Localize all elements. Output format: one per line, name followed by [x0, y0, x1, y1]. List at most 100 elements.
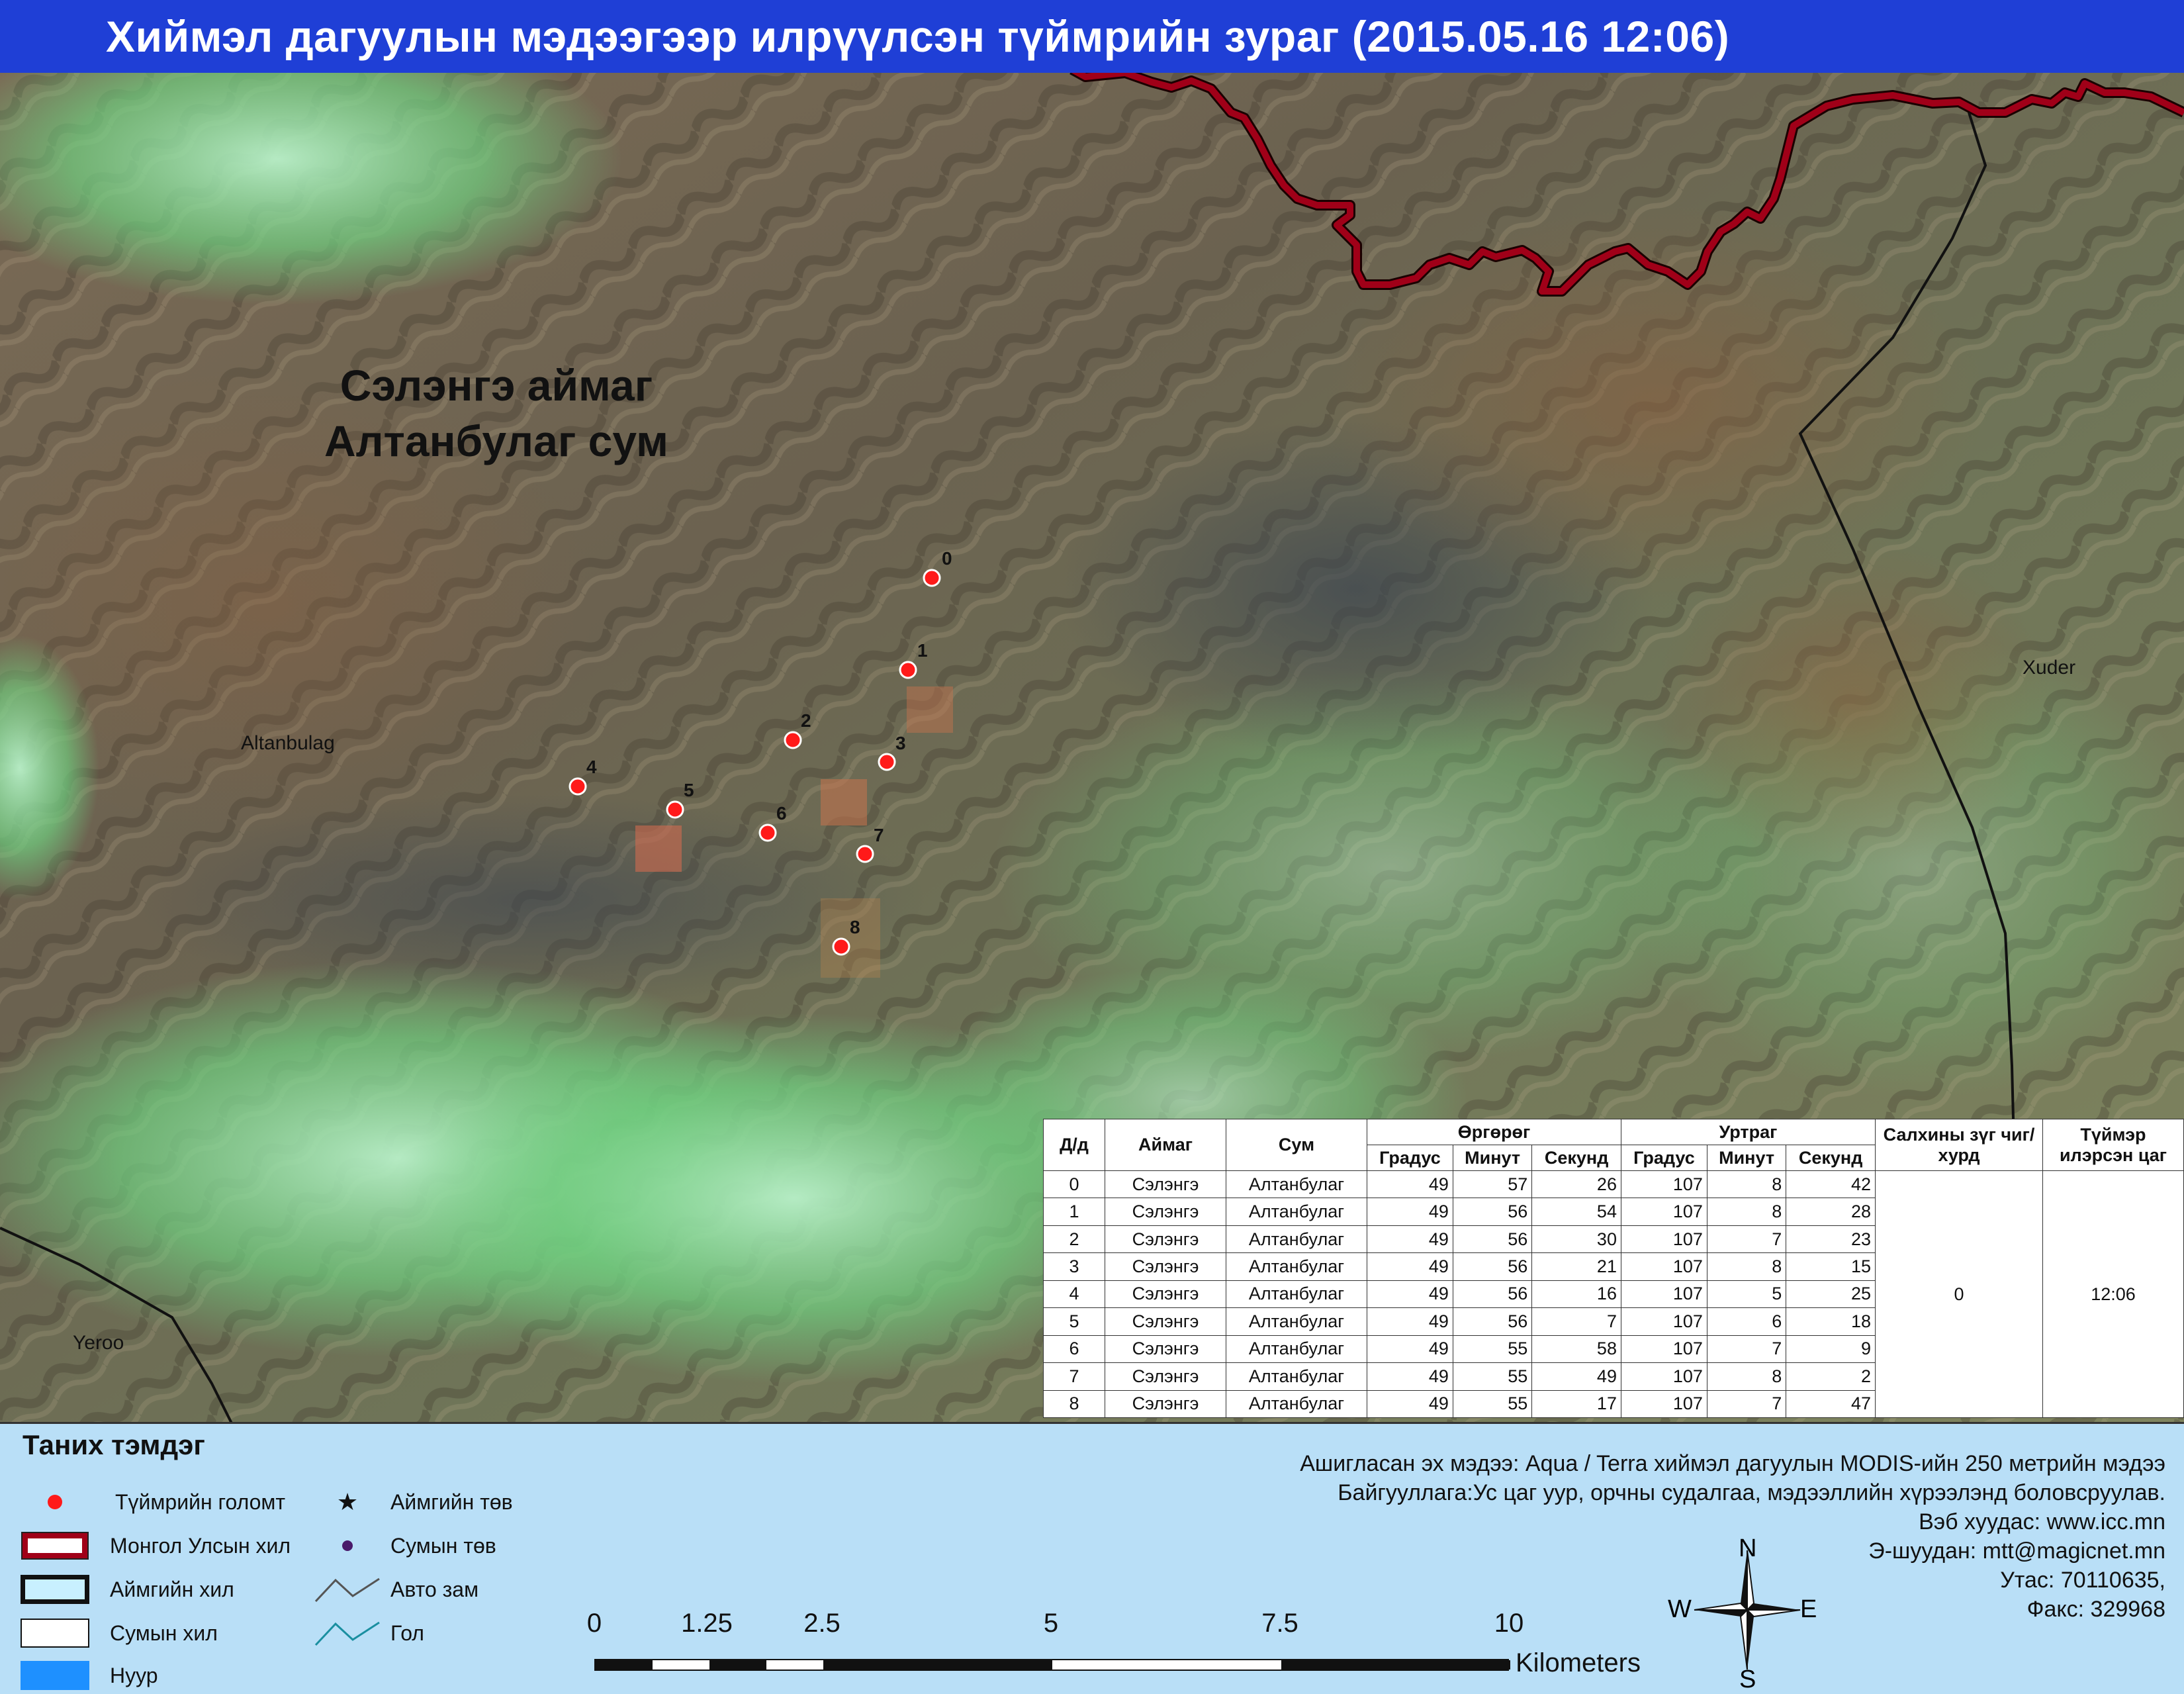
- legend-item-fire: Түймрийн голомт: [19, 1485, 285, 1519]
- cell-lon-deg: 107: [1620, 1389, 1707, 1418]
- col-lat-sec: Секунд: [1531, 1145, 1621, 1171]
- table-row: 0 Сэлэнгэ Алтанбулаг 49 57 26 107 8 42 0 12:06: [1043, 1170, 2184, 1418]
- svg-text:8: 8: [850, 917, 860, 937]
- source-line-1: Ашигласан эх мэдээ: Aqua / Terra хиймэл …: [1300, 1451, 2165, 1476]
- cell-lon-deg: 107: [1620, 1252, 1707, 1281]
- cell-sum: Алтанбулаг: [1226, 1335, 1367, 1364]
- cell-lat-deg: 49: [1367, 1389, 1453, 1418]
- svg-text:0: 0: [942, 548, 952, 569]
- scale-bar: 0 1.25 2.5 5 7.5 10 Kilometers: [576, 1609, 1661, 1688]
- cell-dd: 7: [1043, 1362, 1105, 1391]
- wind-value: 0: [1875, 1170, 2043, 1418]
- cell-aimag: Сэлэнгэ: [1105, 1389, 1226, 1418]
- cell-lat-deg: 49: [1367, 1335, 1453, 1364]
- table-body: 0 Сэлэнгэ Алтанбулаг 49 57 26 107 8 42 0 12:06 1 Сэл…: [1043, 1170, 2184, 1418]
- lake-icon: [19, 1658, 91, 1693]
- cell-sum: Алтанбулаг: [1226, 1225, 1367, 1254]
- scale-tick-1: 1.25: [681, 1609, 733, 1638]
- cell-aimag: Сэлэнгэ: [1105, 1307, 1226, 1336]
- cell-lat-sec: 21: [1531, 1252, 1621, 1281]
- scale-tick-5: 10: [1494, 1609, 1524, 1638]
- place-label-altanbulag: Altanbulag: [241, 732, 335, 754]
- fire-dot-icon: [19, 1485, 91, 1519]
- scale-unit: Kilometers: [1516, 1648, 1641, 1677]
- cell-lat-min: 55: [1452, 1389, 1533, 1418]
- cell-lat-deg: 49: [1367, 1198, 1453, 1226]
- cell-aimag: Сэлэнгэ: [1105, 1170, 1226, 1199]
- aimag-border-icon: [19, 1572, 91, 1607]
- cell-lon-deg: 107: [1620, 1198, 1707, 1226]
- svg-text:4: 4: [586, 757, 597, 777]
- cell-lat-sec: 7: [1531, 1307, 1621, 1336]
- river-line-icon: [311, 1616, 384, 1650]
- cell-lat-deg: 49: [1367, 1280, 1453, 1309]
- cell-dd: 2: [1043, 1225, 1105, 1254]
- col-lat: Өргөрөг: [1367, 1119, 1621, 1145]
- cell-lon-min: 6: [1706, 1307, 1787, 1336]
- compass-e: E: [1800, 1595, 1817, 1623]
- cell-lon-sec: 25: [1786, 1280, 1876, 1309]
- cell-lon-sec: 23: [1786, 1225, 1876, 1254]
- cell-lon-min: 7: [1706, 1389, 1787, 1418]
- cell-aimag: Сэлэнгэ: [1105, 1198, 1226, 1226]
- map-title: Хиймэл дагуулын мэдээгээр илрүүлсэн түйм…: [106, 12, 1730, 61]
- col-aimag: Аймаг: [1105, 1119, 1226, 1171]
- svg-text:1: 1: [917, 640, 928, 661]
- cell-lat-min: 56: [1452, 1280, 1533, 1309]
- country-border-icon: [19, 1529, 91, 1563]
- star-icon: ★: [336, 1488, 359, 1515]
- cell-lon-min: 5: [1706, 1280, 1787, 1309]
- legend-item-aimag-center: ★ Аймгийн төв: [311, 1485, 513, 1519]
- cell-lat-deg: 49: [1367, 1170, 1453, 1199]
- legend-item-sum: Сумын хил: [19, 1616, 218, 1650]
- legend-item-sum-center: Сумын төв: [311, 1529, 496, 1563]
- cell-sum: Алтанбулаг: [1226, 1362, 1367, 1391]
- col-lon-min: Минут: [1706, 1145, 1787, 1171]
- col-sum: Сум: [1226, 1119, 1367, 1171]
- legend-item-river: Гол: [311, 1616, 424, 1650]
- cell-aimag: Сэлэнгэ: [1105, 1225, 1226, 1254]
- cell-sum: Алтанбулаг: [1226, 1170, 1367, 1199]
- website-link[interactable]: Вэб хуудас: www.icc.mn: [1300, 1507, 2165, 1536]
- cell-lon-min: 8: [1706, 1198, 1787, 1226]
- cell-lat-sec: 30: [1531, 1225, 1621, 1254]
- scale-tick-3: 5: [1043, 1609, 1059, 1638]
- sum-border-icon: [19, 1616, 91, 1650]
- svg-text:2: 2: [801, 710, 811, 731]
- compass-s: S: [1739, 1666, 1756, 1693]
- cell-lon-min: 8: [1706, 1170, 1787, 1199]
- cell-dd: 3: [1043, 1252, 1105, 1281]
- legend-item-lake: Нуур: [19, 1658, 158, 1693]
- cell-lat-deg: 49: [1367, 1307, 1453, 1336]
- cell-lon-deg: 107: [1620, 1335, 1707, 1364]
- sum-center-dot-icon: [311, 1529, 384, 1563]
- legend-item-road: Авто зам: [311, 1572, 478, 1607]
- cell-sum: Алтанбулаг: [1226, 1307, 1367, 1336]
- col-time: Түймэр илэрсэн цаг: [2042, 1119, 2184, 1171]
- cell-lat-min: 56: [1452, 1225, 1533, 1254]
- place-label-yeroo: Yeroo: [73, 1332, 124, 1354]
- cell-dd: 8: [1043, 1389, 1105, 1418]
- cell-lon-min: 7: [1706, 1335, 1787, 1364]
- cell-lat-sec: 54: [1531, 1198, 1621, 1226]
- cell-lon-sec: 42: [1786, 1170, 1876, 1199]
- cell-sum: Алтанбулаг: [1226, 1280, 1367, 1309]
- cell-lon-sec: 47: [1786, 1389, 1876, 1418]
- col-lat-min: Минут: [1452, 1145, 1533, 1171]
- cell-lat-min: 56: [1452, 1198, 1533, 1226]
- compass-w: W: [1668, 1595, 1692, 1623]
- cell-lat-min: 55: [1452, 1362, 1533, 1391]
- cell-lon-deg: 107: [1620, 1225, 1707, 1254]
- place-label-xuder: Xuder: [2023, 657, 2076, 679]
- cell-lon-min: 7: [1706, 1225, 1787, 1254]
- title-bar: Хиймэл дагуулын мэдээгээр илрүүлсэн түйм…: [0, 0, 2184, 73]
- cell-dd: 0: [1043, 1170, 1105, 1199]
- cell-aimag: Сэлэнгэ: [1105, 1362, 1226, 1391]
- cell-sum: Алтанбулаг: [1226, 1252, 1367, 1281]
- cell-lon-sec: 9: [1786, 1335, 1876, 1364]
- cell-lon-deg: 107: [1620, 1170, 1707, 1199]
- cell-dd: 5: [1043, 1307, 1105, 1336]
- cell-lon-sec: 15: [1786, 1252, 1876, 1281]
- cell-lat-sec: 58: [1531, 1335, 1621, 1364]
- region-label: Сэлэнгэ аймаг Алтанбулаг сум: [271, 357, 721, 469]
